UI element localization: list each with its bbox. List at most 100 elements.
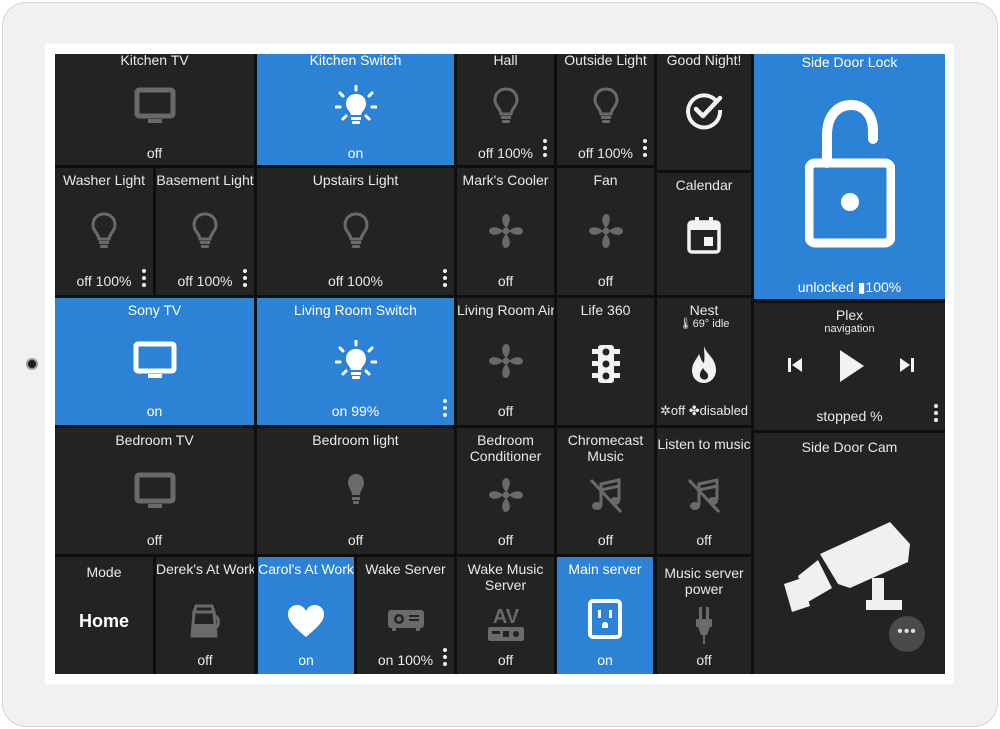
tile-upstairs-light[interactable]: Upstairs Light off 100% [257,168,454,295]
tile-living-room-air[interactable]: Living Room Air off [457,298,554,425]
tile-title: Wake Music Server [467,561,544,593]
tile-state: off [497,403,514,419]
tile-living-room-switch[interactable]: Living Room Switch on 99% [257,298,454,425]
light-bulb-icon [592,87,619,125]
tile-title: Hall [493,54,518,68]
tile-bedroom-conditioner[interactable]: Bedroom Conditioner off [457,428,554,554]
tile-washer-light[interactable]: Washer Light off 100% [55,168,153,295]
light-bulb-icon [492,87,519,125]
tile-kitchen-switch[interactable]: Kitchen Switch on [257,54,454,165]
tile-state: stopped % [816,408,883,424]
tablet-camera [26,358,38,370]
tile-calendar[interactable]: Calendar [657,173,751,295]
tile-music-server-power[interactable]: Music server power off [657,557,751,674]
tile-kitchen-tv[interactable]: Kitchen TV off [55,54,254,165]
calendar-icon [687,216,721,254]
more-options-icon[interactable] [142,269,146,287]
light-bulb-icon [342,212,369,250]
tile-title: Nest [689,302,719,318]
tile-title: Plex [835,307,864,323]
dashboard-grid: Kitchen TV off Kitchen Switch on Hall of… [55,54,945,674]
tile-state: off [497,273,514,289]
tile-wake-music-server[interactable]: Wake Music Server AV off [457,557,554,674]
light-bulb-icon [334,85,377,127]
light-bulb-icon [91,212,117,250]
tile-title: Bedroom light [312,432,399,448]
tile-bedroom-light[interactable]: Bedroom light off [257,428,454,554]
tile-listen-to-music[interactable]: Listen to music off [657,428,751,554]
tile-state: ✲off ✤disabled [657,403,751,419]
tile-side-door-cam[interactable]: Side Door Cam ••• [754,433,945,674]
more-options-icon[interactable] [543,139,547,157]
tile-good-night[interactable]: Good Night! [657,54,751,170]
nest-status: 🌡69° idle [678,318,730,330]
fan-icon [486,211,526,251]
traffic-light-icon [591,344,621,384]
tile-plex[interactable]: Plex navigation stopped % [754,303,945,430]
tile-outside-light[interactable]: Outside Light off 100% [557,54,654,165]
tile-title: Chromecast Music [567,432,644,464]
music-off-icon [685,476,723,514]
more-options-icon[interactable] [243,269,247,287]
more-options-icon[interactable] [443,399,447,417]
tv-icon [134,472,176,510]
fan-icon [486,475,526,515]
tile-nest[interactable]: Nest 🌡69° idle ✲off ✤disabled [657,298,751,425]
tile-carols-at-work[interactable]: Carol's At Work on [258,557,354,674]
more-options-icon[interactable] [443,269,447,287]
tile-bedroom-tv[interactable]: Bedroom TV off [55,428,254,554]
more-options-icon[interactable] [934,404,938,422]
tile-title: Upstairs Light [312,172,399,188]
tile-title: Kitchen TV [120,54,189,68]
tile-state: off [347,532,364,548]
tile-state: on [298,652,314,668]
power-outlet-icon [588,599,622,639]
tile-sony-tv[interactable]: Sony TV on [55,298,254,425]
tile-state: on 100% [377,652,434,668]
tile-title: Living Room Switch [294,302,417,318]
tile-state: off [696,532,712,548]
nest-mode: off [670,403,686,418]
tile-title: Basement Light [156,172,254,188]
tile-chromecast-music[interactable]: Chromecast Music off [557,428,654,554]
more-options-button[interactable]: ••• [889,616,925,652]
tile-title: Side Door Cam [801,439,898,455]
more-options-icon[interactable] [643,139,647,157]
tile-basement-light[interactable]: Basement Light off 100% [156,168,254,295]
heart-icon [286,603,326,639]
plex-status: navigation [824,323,875,335]
tile-state: on [347,145,364,161]
tile-state: on [146,403,163,419]
tile-title: Derek's At Work [156,561,254,577]
tile-fan[interactable]: Fan off [557,168,654,295]
tile-title: Outside Light [564,54,647,68]
fan-icon [586,211,626,251]
tile-life360[interactable]: Life 360 [557,298,654,425]
tile-side-door-lock[interactable]: Side Door Lock unlocked ▮100% [754,54,945,299]
tile-title: Music server power [664,565,744,597]
light-bulb-icon [345,472,367,506]
media-controls-icon [780,346,920,386]
tile-title: Bedroom Conditioner [469,432,542,464]
tile-hall[interactable]: Hall off 100% [457,54,554,165]
tile-title: Mode [86,564,122,580]
flame-icon [688,344,720,384]
tile-title: Bedroom TV [115,432,194,448]
av-receiver-icon: AV [486,605,526,645]
tile-title: Life 360 [580,302,631,318]
tile-dereks-at-work[interactable]: Derek's At Work off [156,557,254,674]
tile-title: Wake Server [365,561,446,577]
tile-main-server[interactable]: Main server on [557,557,653,674]
tile-marks-cooler[interactable]: Mark's Cooler off [457,168,554,295]
tile-mode[interactable]: Mode Home [55,557,153,674]
tile-title: Main server [568,561,642,577]
music-off-icon [587,476,625,514]
tile-wake-server[interactable]: Wake Server on 100% [357,557,454,674]
fan-small-icon: ✤ [688,403,700,418]
tile-title: Carol's At Work [258,561,354,577]
more-options-icon[interactable] [443,648,447,666]
tile-state: off 100% [177,273,233,289]
tile-state: off 100% [327,273,383,289]
svg-text:AV: AV [492,606,519,628]
tile-state: off 100% [477,145,533,161]
